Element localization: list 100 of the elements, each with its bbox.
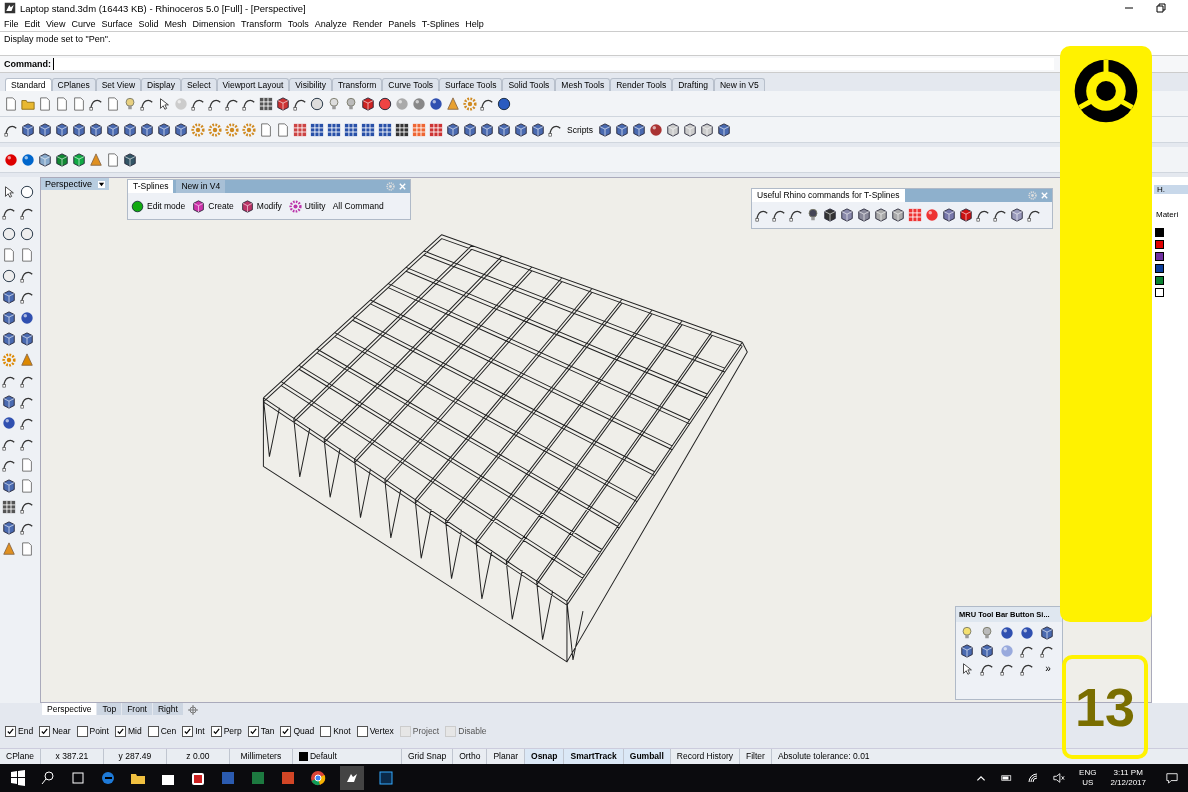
viewport-tab[interactable]: Top [97,703,122,715]
cube-icon[interactable] [446,122,460,137]
cube-icon[interactable] [463,122,477,137]
sphere-icon[interactable] [412,96,426,111]
checkbox[interactable] [210,725,222,737]
cube-icon[interactable] [20,332,34,346]
cube-icon[interactable] [2,311,16,325]
page-icon[interactable] [20,542,34,556]
cone-icon[interactable] [2,542,16,556]
checkbox[interactable] [76,725,88,737]
menu-item[interactable]: Dimension [192,18,235,29]
page-icon[interactable] [20,479,34,493]
sphere-icon[interactable] [21,152,35,167]
wifi-icon[interactable] [1027,772,1040,784]
page-icon[interactable] [20,248,34,262]
menu-item[interactable]: View [46,18,66,29]
curve-icon[interactable] [2,458,16,472]
cube-icon[interactable] [823,208,837,222]
circle-icon[interactable] [378,96,392,111]
cube-icon[interactable] [942,208,956,222]
status-toggle[interactable]: Gumball [623,749,671,764]
cube-icon[interactable] [140,122,154,137]
toolbar-tab[interactable]: T-Splines [128,180,174,193]
toolbar-tab[interactable]: Mesh Tools [555,78,611,91]
curve-icon[interactable] [1020,644,1034,658]
menu-item[interactable]: Analyze [314,18,347,29]
cube-icon[interactable] [1040,626,1054,640]
clock-date[interactable]: 2/12/2017 [1110,778,1146,788]
menu-item[interactable]: Render [352,18,383,29]
cube-icon[interactable] [55,152,69,167]
cube-icon[interactable] [840,208,854,222]
circle-icon[interactable] [497,96,511,111]
layer-swatch[interactable] [1155,263,1164,273]
speaker-muted-icon[interactable] [1053,772,1066,784]
menu-item[interactable]: Tools [287,18,309,29]
page-icon[interactable] [106,96,120,111]
toolbar-tab[interactable]: Render Tools [610,78,673,91]
cube-icon[interactable] [1010,208,1024,222]
menu-item[interactable]: T-Splines [421,18,460,29]
checkbox[interactable] [5,725,16,737]
circle-icon[interactable] [20,185,34,199]
cube-icon[interactable] [700,122,714,137]
language-indicator[interactable]: ENG [1079,768,1097,778]
menu-item[interactable]: Solid [138,18,159,29]
page-icon[interactable] [4,96,18,111]
viewport-tab[interactable]: Front [122,703,152,715]
toolbar-tab[interactable]: Visibility [289,78,332,91]
more-button[interactable]: » [1040,662,1056,676]
cube-icon[interactable] [2,521,16,535]
cube-icon[interactable] [2,332,16,346]
chrome-icon[interactable] [310,770,326,786]
clock-time[interactable]: 3:11 PM [1113,768,1143,778]
page-icon[interactable] [55,96,69,111]
status-toggle[interactable]: Osnap [525,749,565,764]
checkbox[interactable] [182,725,194,737]
layer-name[interactable]: Default [309,749,337,764]
page-icon[interactable] [72,96,86,111]
cube-icon[interactable] [240,199,254,213]
cube-icon[interactable] [361,96,375,111]
curve-icon[interactable] [20,416,34,430]
menu-item[interactable]: File [4,18,19,29]
sphere-icon[interactable] [1000,626,1014,640]
sphere-icon[interactable] [429,96,443,111]
cube-icon[interactable] [632,122,646,137]
toolbar-button[interactable]: Utility [304,201,330,211]
curve-icon[interactable] [1027,208,1041,222]
curve-icon[interactable] [20,521,34,535]
cube-icon[interactable] [531,122,545,137]
page-icon[interactable] [2,248,16,262]
gear-icon[interactable] [208,122,222,137]
viewport-label[interactable]: Perspective [41,178,110,190]
cube-icon[interactable] [980,644,994,658]
grid-icon[interactable] [395,122,409,137]
toolbar-tab[interactable]: Surface Tools [439,78,503,91]
menu-item[interactable]: Panels [388,18,416,29]
menu-item[interactable]: Edit [24,18,41,29]
cube-icon[interactable] [615,122,629,137]
viewport-tab[interactable]: Right [153,703,183,715]
gear-icon[interactable] [288,199,302,213]
curve-icon[interactable] [1000,662,1014,676]
arrow-icon[interactable] [2,185,16,199]
checkbox[interactable] [114,725,126,737]
layer-swatch[interactable] [1155,239,1164,249]
cube-icon[interactable] [959,208,973,222]
status-toggle[interactable]: SmartTrack [564,749,624,764]
cube-icon[interactable] [598,122,612,137]
restore-icon[interactable] [1156,3,1166,13]
panel-tab[interactable]: H. [1154,185,1188,194]
sphere-icon[interactable] [925,208,939,222]
toolbar-button[interactable]: Create [208,201,238,211]
layer-swatch[interactable] [1155,227,1164,237]
command-field[interactable] [53,58,1054,70]
region-indicator[interactable]: US [1082,778,1094,788]
curve-icon[interactable] [1020,662,1034,676]
curve-icon[interactable] [20,206,34,220]
curve-icon[interactable] [755,208,769,222]
cube-icon[interactable] [174,122,188,137]
toolbar-tab[interactable]: CPlanes [51,78,96,91]
cube-icon[interactable] [55,122,69,137]
menu-item[interactable]: Surface [101,18,133,29]
